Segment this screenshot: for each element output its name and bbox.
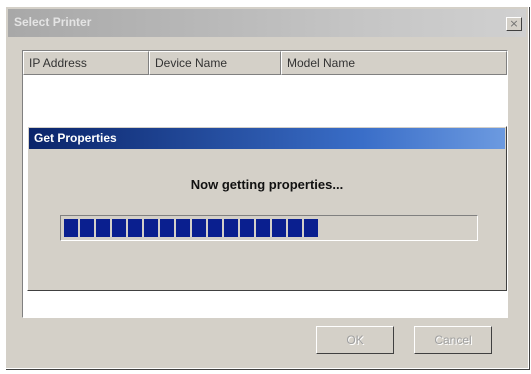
progress-fill (64, 219, 474, 237)
progress-block (224, 219, 238, 237)
progress-block (160, 219, 174, 237)
dialog-titlebar: Get Properties (29, 128, 505, 149)
progress-block (112, 219, 126, 237)
dialog-title: Get Properties (34, 131, 117, 145)
list-header: IP Address Device Name Model Name (23, 51, 507, 75)
progress-block (80, 219, 94, 237)
cancel-button[interactable]: Cancel (414, 326, 492, 354)
column-device-name[interactable]: Device Name (149, 51, 281, 75)
window-title: Select Printer (14, 15, 92, 29)
status-message: Now getting properties... (190, 177, 344, 192)
progress-block (128, 219, 142, 237)
column-ip-address[interactable]: IP Address (23, 51, 149, 75)
ok-button[interactable]: OK (316, 326, 394, 354)
progress-block (288, 219, 302, 237)
progress-block (256, 219, 270, 237)
progress-block (144, 219, 158, 237)
progress-block (304, 219, 318, 237)
progress-block (64, 219, 78, 237)
progress-block (208, 219, 222, 237)
column-model-name[interactable]: Model Name (281, 51, 507, 75)
progress-block (176, 219, 190, 237)
progress-block (240, 219, 254, 237)
progress-block (192, 219, 206, 237)
progress-block (96, 219, 110, 237)
progress-block (272, 219, 286, 237)
close-icon[interactable]: × (506, 17, 522, 31)
window-titlebar: Select Printer × (8, 9, 526, 37)
progress-bar (60, 215, 478, 241)
get-properties-dialog: Get Properties Now getting properties... (27, 126, 507, 291)
